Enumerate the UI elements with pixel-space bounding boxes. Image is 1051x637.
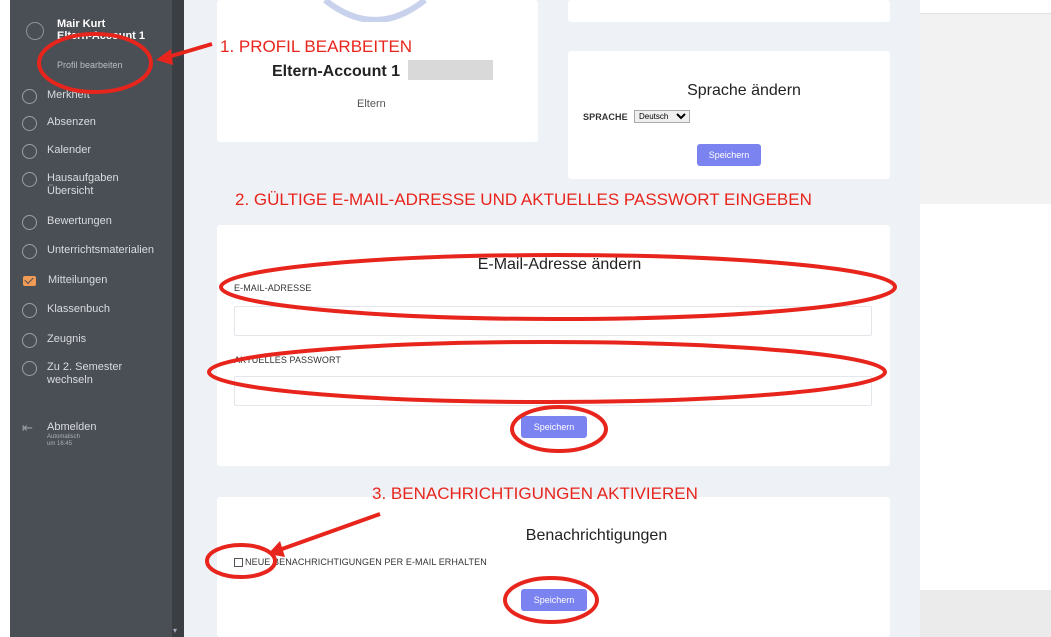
email-input[interactable]	[234, 306, 872, 336]
profile-edit-link[interactable]: Profil bearbeiten	[57, 60, 123, 70]
user-avatar-icon[interactable]	[26, 22, 44, 40]
circle-icon	[22, 144, 37, 159]
sidebar-item-unterrichtsmaterialien[interactable]: Unterrichtsmaterialien	[22, 244, 162, 259]
sidebar-item-merkheft[interactable]: Merkheft	[22, 89, 162, 104]
sidebar-scrollbar[interactable]	[172, 0, 184, 637]
redacted-block	[408, 60, 493, 80]
right-bottom-panel	[920, 590, 1051, 637]
email-title: E-Mail-Adresse ändern	[477, 256, 642, 273]
circle-icon	[22, 333, 37, 348]
logout-icon: ⇤	[22, 420, 33, 435]
user-account: Eltern-Account 1	[57, 30, 146, 42]
email-label: E-MAIL-ADRESSE	[234, 283, 312, 293]
email-save-button[interactable]: Speichern	[521, 416, 587, 438]
right-top-band	[920, 0, 1051, 14]
window-edge	[0, 0, 10, 637]
sidebar-item-klassenbuch[interactable]: Klassenbuch	[22, 303, 162, 318]
annotation-step1: 1. PROFIL BEARBEITEN	[220, 37, 413, 56]
password-input[interactable]	[234, 376, 872, 406]
logout-button[interactable]: ⇤ Abmelden Automatisch um 16:45	[22, 421, 117, 448]
language-select[interactable]: Deutsch	[634, 110, 690, 123]
sidebar-item-label: Hausaufgaben Übersicht	[47, 172, 119, 197]
language-save-button[interactable]: Speichern	[697, 144, 761, 166]
sidebar-item-label: Unterrichtsmaterialien	[47, 244, 154, 256]
right-background	[920, 0, 1051, 637]
chevron-down-icon[interactable]: ▾	[173, 626, 177, 635]
circle-icon	[22, 244, 37, 259]
top-card-fragment	[568, 0, 890, 22]
circle-icon	[22, 116, 37, 131]
sidebar-item-label: Bewertungen	[47, 215, 112, 227]
sidebar-item-kalender[interactable]: Kalender	[22, 144, 162, 159]
sidebar-item-label: Kalender	[47, 144, 92, 156]
password-label: AKTUELLES PASSWORT	[234, 355, 341, 365]
notifications-save-button[interactable]: Speichern	[521, 589, 587, 611]
notifications-checkbox[interactable]	[234, 558, 243, 567]
profile-account-name: Eltern-Account 1	[272, 63, 401, 80]
sidebar-item-hausaufgaben[interactable]: Hausaufgaben Übersicht	[22, 172, 119, 198]
sidebar-item-label: Klassenbuch	[47, 303, 110, 315]
sidebar-item-absenzen[interactable]: Absenzen	[22, 116, 162, 131]
user-name: Mair Kurt	[57, 18, 106, 30]
sidebar-item-semester[interactable]: Zu 2. Semester wechseln	[22, 361, 127, 387]
annotation-step2: 2. GÜLTIGE E-MAIL-ADRESSE UND AKTUELLES …	[235, 190, 812, 209]
mail-icon	[23, 276, 36, 286]
annotation-step3: 3. BENACHRICHTIGUNGEN AKTIVIEREN	[372, 484, 698, 503]
sidebar-item-label: Absenzen	[47, 116, 96, 128]
sidebar-item-label: Mitteilungen	[48, 274, 108, 286]
sidebar-item-label: Zu 2. Semester wechseln	[47, 361, 123, 386]
logout-label: Abmelden	[47, 421, 97, 433]
notifications-title: Benachrichtigungen	[525, 527, 668, 544]
circle-icon	[22, 172, 37, 187]
sidebar-item-bewertungen[interactable]: Bewertungen	[22, 215, 162, 230]
notifications-checkbox-label: NEUE BENACHRICHTIGUNGEN PER E-MAIL ERHAL…	[245, 557, 487, 567]
circle-icon	[22, 303, 37, 318]
circle-icon	[22, 89, 37, 104]
profile-role: Eltern	[357, 98, 386, 110]
sidebar-item-label: Merkheft	[47, 89, 90, 101]
language-label: SPRACHE	[583, 112, 628, 122]
sidebar-item-zeugnis[interactable]: Zeugnis	[22, 333, 162, 348]
circle-icon	[22, 361, 37, 376]
language-title: Sprache ändern	[687, 82, 801, 99]
circle-icon	[22, 215, 37, 230]
sidebar-item-label: Zeugnis	[47, 333, 87, 345]
right-panel	[920, 14, 1051, 204]
notifications-card	[217, 497, 890, 637]
sidebar-item-mitteilungen[interactable]: Mitteilungen	[22, 274, 163, 287]
logout-timer: Automatisch um 16:45	[47, 434, 81, 447]
profile-avatar-icon	[323, 0, 427, 22]
